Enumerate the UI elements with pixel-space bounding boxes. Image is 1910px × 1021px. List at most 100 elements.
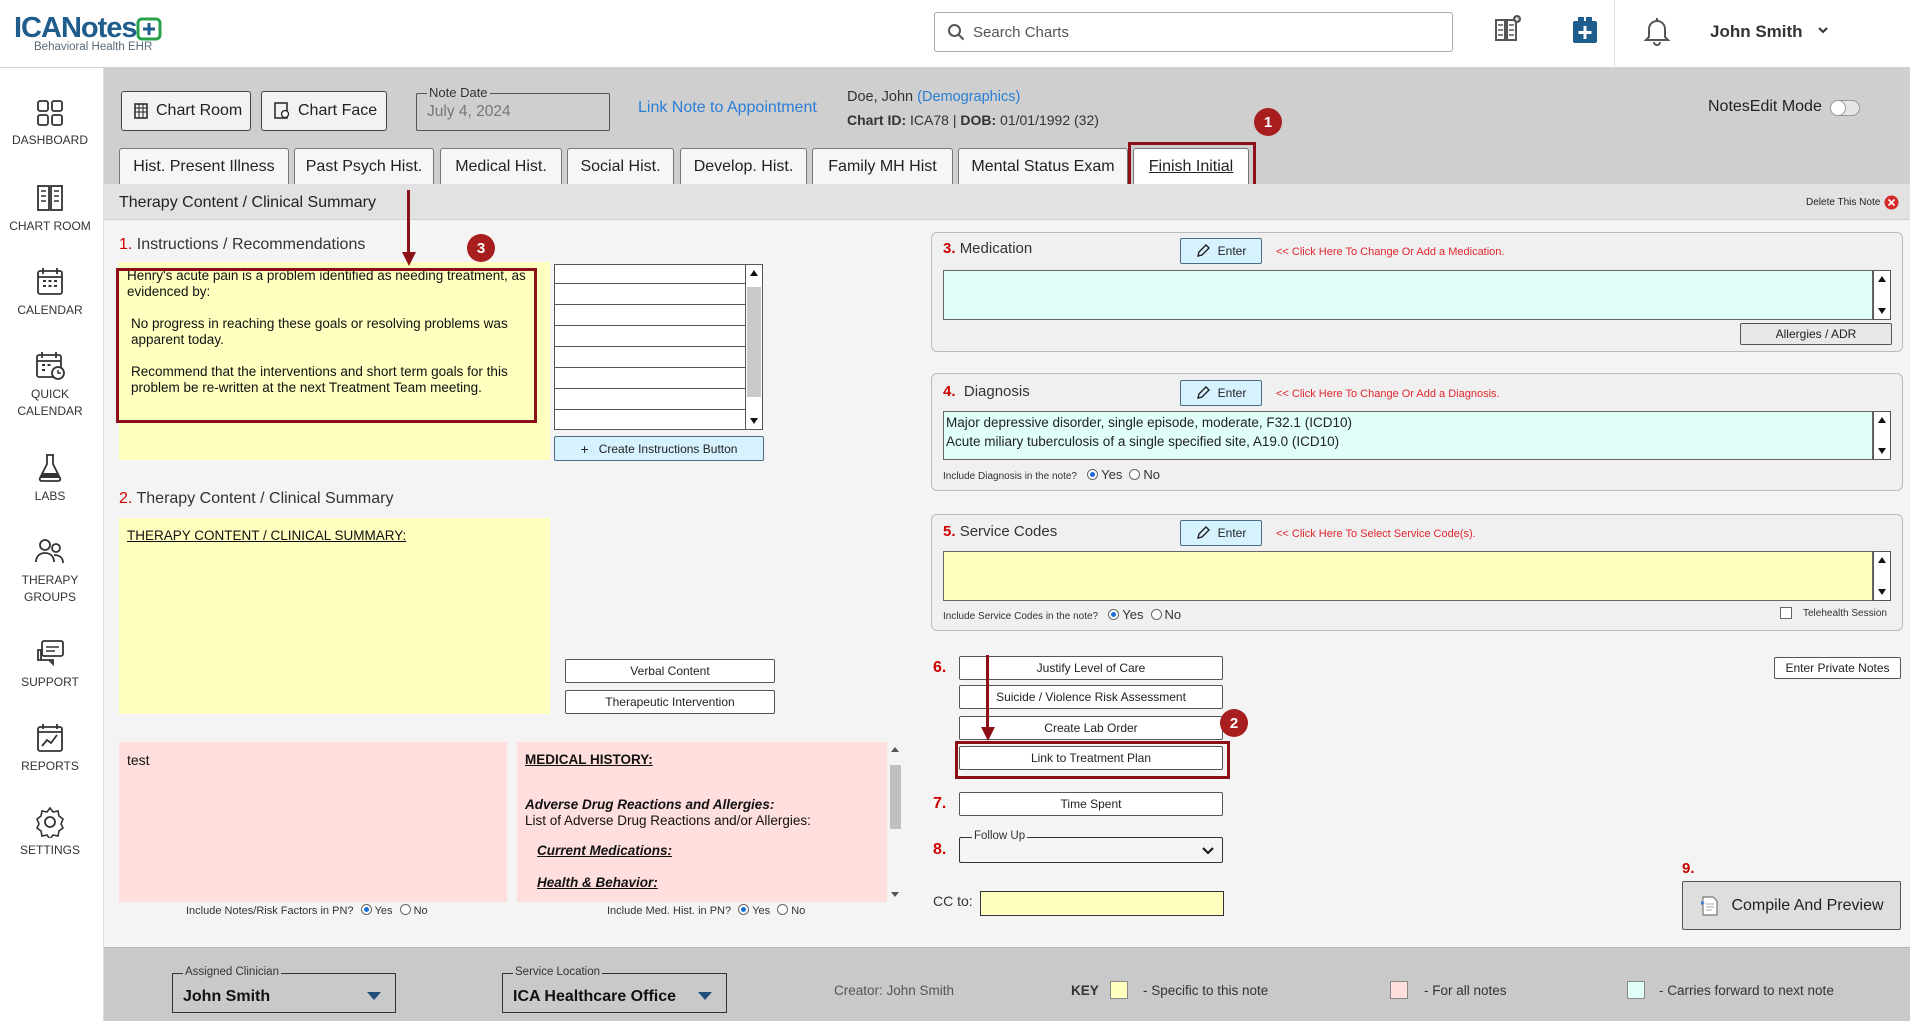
tab-social-hist[interactable]: Social Hist. — [567, 148, 674, 184]
notesedit-mode-toggle[interactable] — [1830, 100, 1860, 116]
note-date-field[interactable]: Note Date July 4, 2024 — [416, 85, 610, 131]
create-lab-order-button[interactable]: Create Lab Order — [959, 716, 1223, 740]
section-9-number: 9. — [1682, 860, 1695, 877]
service-codes-scrollbar[interactable] — [1873, 551, 1891, 601]
annotation-arrow-2 — [986, 655, 989, 731]
diagnosis-textarea[interactable]: Major depressive disorder, single episod… — [943, 411, 1873, 460]
key-yellow-swatch — [1110, 981, 1128, 999]
include-service-codes-no-radio[interactable] — [1150, 609, 1162, 620]
logo-plus-icon — [136, 15, 164, 41]
time-spent-button[interactable]: Time Spent — [959, 792, 1223, 816]
chevron-down-icon — [1202, 847, 1214, 855]
delete-note-link[interactable]: Delete This Note — [1806, 197, 1880, 208]
service-codes-enter-button[interactable]: Enter — [1180, 520, 1262, 546]
tab-mental-status-exam[interactable]: Mental Status Exam — [958, 148, 1128, 184]
chevron-down-icon[interactable] — [1817, 24, 1829, 36]
include-medhist-yes-radio[interactable] — [738, 904, 750, 915]
demographics-link[interactable]: (Demographics) — [917, 89, 1020, 105]
therapy-content-textarea[interactable]: THERAPY CONTENT / CLINICAL SUMMARY: — [119, 518, 550, 714]
diagnosis-hint: << Click Here To Change Or Add a Diagnos… — [1276, 388, 1500, 400]
medication-enter-button[interactable]: Enter — [1180, 238, 1262, 264]
sidebar-item-therapy-groups[interactable]: THERAPY GROUPS — [0, 536, 100, 606]
compile-and-preview-button[interactable]: Compile And Preview — [1682, 881, 1901, 930]
bell-icon[interactable] — [1643, 16, 1671, 46]
key-mint-swatch — [1627, 981, 1645, 999]
telehealth-checkbox[interactable] — [1780, 607, 1792, 619]
sidebar-item-reports[interactable]: REPORTS — [0, 722, 100, 775]
diagnosis-title: 4. Diagnosis — [943, 383, 1030, 400]
sidebar-item-label: GROUPS — [23, 590, 76, 604]
search-box[interactable] — [934, 12, 1453, 52]
service-location-select[interactable]: Service Location ICA Healthcare Office — [502, 966, 727, 1013]
tab-medical-hist[interactable]: Medical Hist. — [440, 148, 562, 184]
sidebar-item-dashboard[interactable]: DASHBOARD — [0, 98, 100, 149]
key-specific-label: - Specific to this note — [1143, 983, 1269, 998]
reports-icon — [37, 724, 63, 752]
caret-down-icon — [367, 992, 381, 1000]
sidebar-item-labs[interactable]: LABS — [0, 452, 100, 505]
chart-face-button[interactable]: Chart Face — [261, 91, 387, 131]
tab-hist-present-illness[interactable]: Hist. Present Illness — [119, 148, 289, 184]
link-note-to-appointment-link[interactable]: Link Note to Appointment — [638, 99, 817, 117]
pencil-icon — [1196, 244, 1210, 257]
include-notes-yes-radio[interactable] — [360, 904, 372, 915]
dob: 01/01/1992 (32) — [1000, 112, 1099, 128]
create-instructions-button[interactable]: + Create Instructions Button — [554, 436, 764, 461]
sidebar-item-label: QUICK — [30, 387, 69, 401]
calendar-icon — [37, 268, 63, 295]
logo-subtitle: Behavioral Health EHR — [34, 41, 153, 53]
medication-scrollbar[interactable] — [1873, 270, 1891, 320]
include-notes-no-radio[interactable] — [399, 904, 411, 915]
sidebar-item-label: CHART ROOM — [9, 219, 91, 233]
sidebar-item-label: REPORTS — [21, 759, 79, 773]
highlight-instructions — [116, 268, 537, 423]
grid-icon — [134, 103, 148, 119]
medical-history-scrollbar[interactable] — [887, 742, 904, 902]
add-note-icon[interactable] — [1572, 16, 1598, 44]
sidebar-item-calendar[interactable]: CALENDAR — [0, 266, 100, 319]
instructions-list-scrollbar[interactable] — [745, 264, 763, 430]
key-all-notes-label: - For all notes — [1424, 983, 1507, 998]
service-codes-textarea[interactable] — [943, 551, 1873, 601]
sidebar-item-chart-room[interactable]: CHART ROOM — [0, 182, 100, 235]
tab-past-psych-hist[interactable]: Past Psych Hist. — [294, 148, 434, 184]
diagnosis-enter-button[interactable]: Enter — [1180, 380, 1262, 406]
justify-level-of-care-button[interactable]: Justify Level of Care — [959, 656, 1223, 680]
plus-icon: + — [580, 440, 589, 457]
support-chat-icon — [37, 640, 64, 667]
include-diagnosis-yes-radio[interactable] — [1087, 469, 1099, 480]
assigned-clinician-select[interactable]: Assigned Clinician John Smith — [172, 966, 396, 1013]
chart-room-button[interactable]: Chart Room — [121, 91, 251, 131]
diagnosis-scrollbar[interactable] — [1873, 411, 1891, 460]
notes-risk-factors-textarea[interactable]: test — [119, 742, 507, 902]
user-menu[interactable]: John Smith — [1710, 22, 1803, 42]
tab-family-mh-hist[interactable]: Family MH Hist — [812, 148, 953, 184]
therapeutic-intervention-button[interactable]: Therapeutic Intervention — [565, 690, 775, 714]
sidebar-item-support[interactable]: SUPPORT — [0, 638, 100, 691]
patient-info-line1: Doe, John (Demographics) — [847, 89, 1020, 105]
cc-to-input[interactable] — [980, 891, 1224, 916]
enter-private-notes-button[interactable]: Enter Private Notes — [1774, 657, 1901, 679]
sidebar-item-quick-calendar[interactable]: QUICK CALENDAR — [0, 350, 100, 420]
section-6-number: 6. — [933, 659, 947, 676]
tab-develop-hist[interactable]: Develop. Hist. — [680, 148, 807, 184]
section-7-number: 7. — [933, 795, 947, 812]
include-service-codes-yes-radio[interactable] — [1108, 609, 1120, 620]
key-carries-forward-label: - Carries forward to next note — [1659, 983, 1834, 998]
follow-up-select[interactable]: Follow Up — [959, 830, 1223, 863]
charts-add-icon[interactable] — [1494, 14, 1522, 44]
include-medhist-no-radio[interactable] — [777, 904, 789, 915]
verbal-content-button[interactable]: Verbal Content — [565, 659, 775, 683]
medication-textarea[interactable] — [943, 270, 1873, 320]
key-label: KEY — [1071, 983, 1099, 998]
suicide-violence-risk-assessment-button[interactable]: Suicide / Violence Risk Assessment — [959, 685, 1223, 709]
chart-face-icon — [274, 102, 290, 119]
search-input[interactable] — [973, 21, 1433, 43]
sidebar-item-label: DASHBOARD — [11, 133, 88, 147]
medical-history-textarea[interactable]: MEDICAL HISTORY: Adverse Drug Reactions … — [517, 742, 887, 902]
delete-icon[interactable] — [1884, 195, 1899, 210]
instructions-button-list[interactable] — [554, 264, 746, 430]
include-diagnosis-no-radio[interactable] — [1129, 469, 1141, 480]
sidebar-item-settings[interactable]: SETTINGS — [0, 806, 100, 859]
allergies-adr-button[interactable]: Allergies / ADR — [1740, 323, 1892, 345]
